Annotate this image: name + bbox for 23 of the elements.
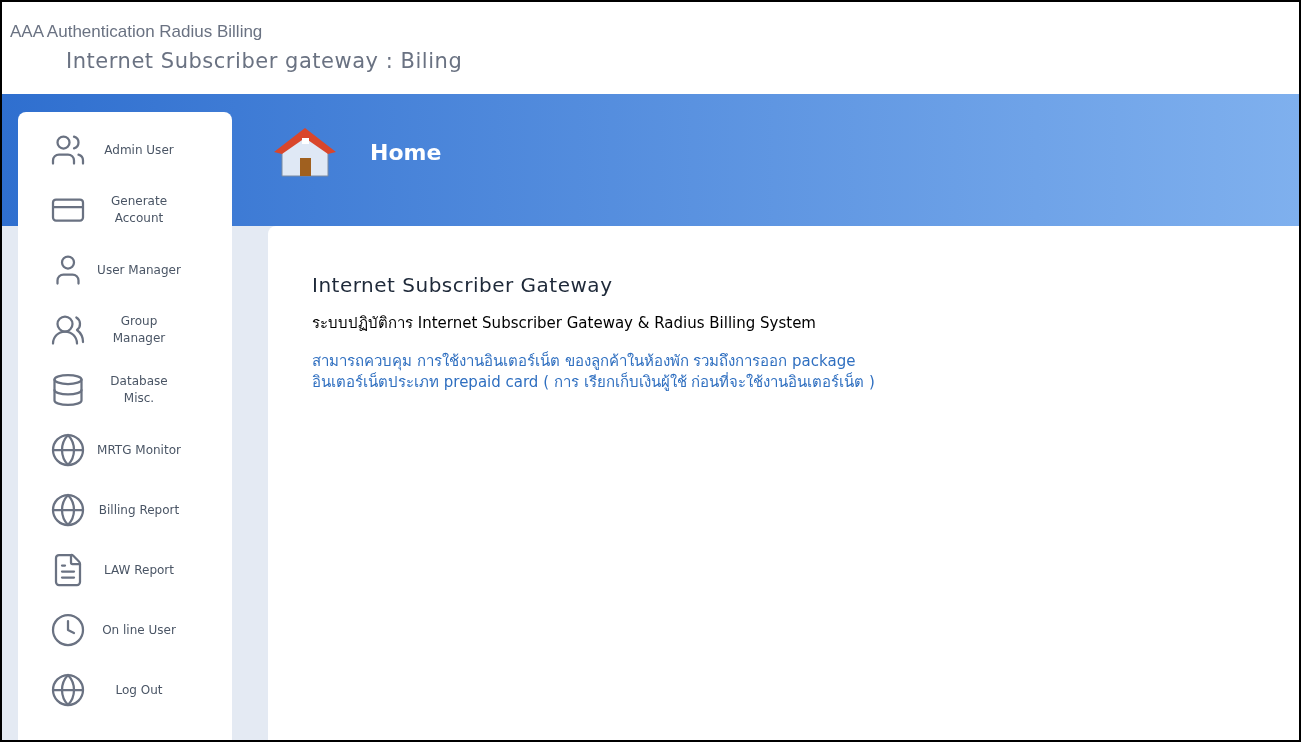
- sidebar-item[interactable]: User Manager: [94, 261, 184, 279]
- globe-icon: [50, 672, 86, 708]
- page-title: Home: [370, 138, 442, 167]
- sidebar-item[interactable]: Admin User: [94, 141, 184, 159]
- sidebar-item[interactable]: Billing Report: [94, 501, 184, 519]
- description-line: สามารถควบคุม การใช้งานอินเตอร์เน็ต ของลูกค้าในห้องพัก รวมถึงการออก package: [312, 350, 857, 372]
- house-icon: [272, 126, 338, 178]
- description-line: อินเตอร์เน็ตประเภท prepaid card ( การ เรียกเก็บเงินผู้ใช้ ก่อนที่จะใช้งานอินเตอร์เน็ต ): [312, 371, 876, 393]
- sidebar-item[interactable]: Group Manager: [94, 313, 184, 347]
- sidebar-item[interactable]: MRTG Monitor: [94, 441, 184, 459]
- sidebar-item[interactable]: Database Misc.: [94, 373, 184, 407]
- content-heading: Internet Subscriber Gateway: [312, 272, 614, 299]
- sidebar-item[interactable]: Generate Account: [94, 193, 184, 227]
- sidebar-item[interactable]: Log Out: [94, 681, 184, 699]
- clock-icon: [50, 612, 86, 648]
- sidebar-item[interactable]: On line User: [94, 621, 184, 639]
- globe-icon: [50, 432, 86, 468]
- sidebar-item[interactable]: LAW Report: [94, 561, 184, 579]
- brand-title: AAA Authentication Radius Billing: [10, 22, 264, 42]
- database-icon: [50, 372, 86, 408]
- subtitle: Internet Subscriber gateway : Biling: [65, 48, 464, 75]
- content-subheading: ระบบปฏิบัติการ Internet Subscriber Gateway & Radius Billing System: [312, 313, 817, 334]
- globe-icon: [50, 492, 86, 528]
